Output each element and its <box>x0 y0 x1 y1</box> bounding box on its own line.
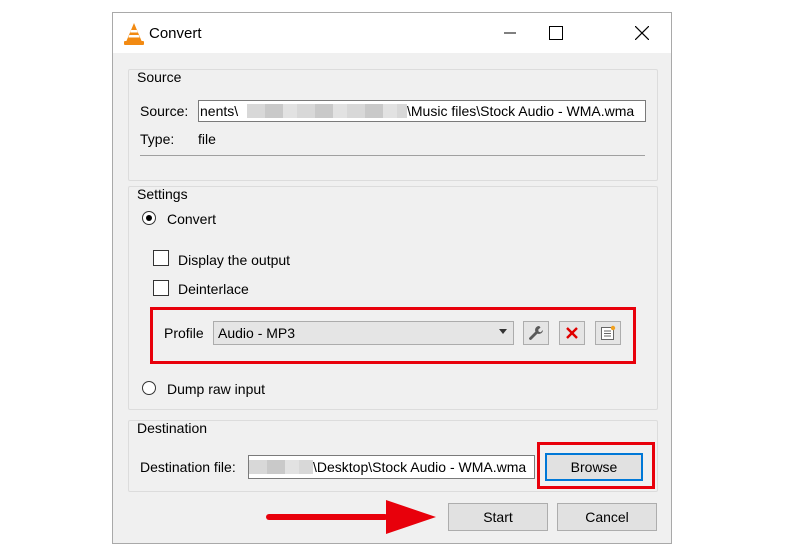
source-group-title: Source <box>137 69 182 85</box>
source-value-left: nents\ <box>200 103 239 119</box>
browse-highlight-box <box>537 442 655 489</box>
start-button[interactable]: Start <box>448 503 548 531</box>
dump-raw-label: Dump raw input <box>167 381 266 397</box>
type-value: file <box>198 131 216 147</box>
window-title: Convert <box>149 25 202 42</box>
source-field[interactable]: nents\ \Music files\Stock Audio - WMA.wm… <box>198 100 646 122</box>
settings-group-title: Settings <box>137 186 188 202</box>
source-value-right: \Music files\Stock Audio - WMA.wma <box>407 103 635 119</box>
destination-file-value: \Desktop\Stock Audio - WMA.wma <box>313 459 527 475</box>
cancel-button[interactable]: Cancel <box>557 503 657 531</box>
convert-radio[interactable] <box>142 211 156 225</box>
maximize-button[interactable] <box>533 13 579 53</box>
destination-group-title: Destination <box>137 420 208 436</box>
close-icon <box>635 26 649 40</box>
redacted-path <box>249 460 313 474</box>
arrow-icon <box>266 500 436 534</box>
minimize-button[interactable] <box>487 13 533 53</box>
display-output-label: Display the output <box>178 252 291 268</box>
convert-label: Convert <box>167 211 217 227</box>
vlc-cone-icon <box>124 23 144 45</box>
redacted-path <box>247 104 407 118</box>
maximize-icon <box>549 26 563 40</box>
profile-highlight-box <box>150 307 636 364</box>
source-label: Source: <box>140 103 189 119</box>
deinterlace-checkbox[interactable] <box>153 280 169 296</box>
type-label: Type: <box>140 131 175 147</box>
title-bar: Convert <box>113 13 671 53</box>
minimize-icon <box>504 32 516 34</box>
destination-file-field[interactable]: \Desktop\Stock Audio - WMA.wma <box>248 455 535 479</box>
source-separator <box>140 155 645 156</box>
source-group: Source Source: nents\ \Music files\Stock… <box>128 69 658 181</box>
destination-file-label: Destination file: <box>140 459 236 475</box>
display-output-checkbox[interactable] <box>153 250 169 266</box>
close-button[interactable] <box>619 13 665 53</box>
dump-raw-radio[interactable] <box>142 381 156 395</box>
deinterlace-label: Deinterlace <box>178 281 249 297</box>
settings-group: Settings Convert Display the output Dein… <box>128 186 658 410</box>
